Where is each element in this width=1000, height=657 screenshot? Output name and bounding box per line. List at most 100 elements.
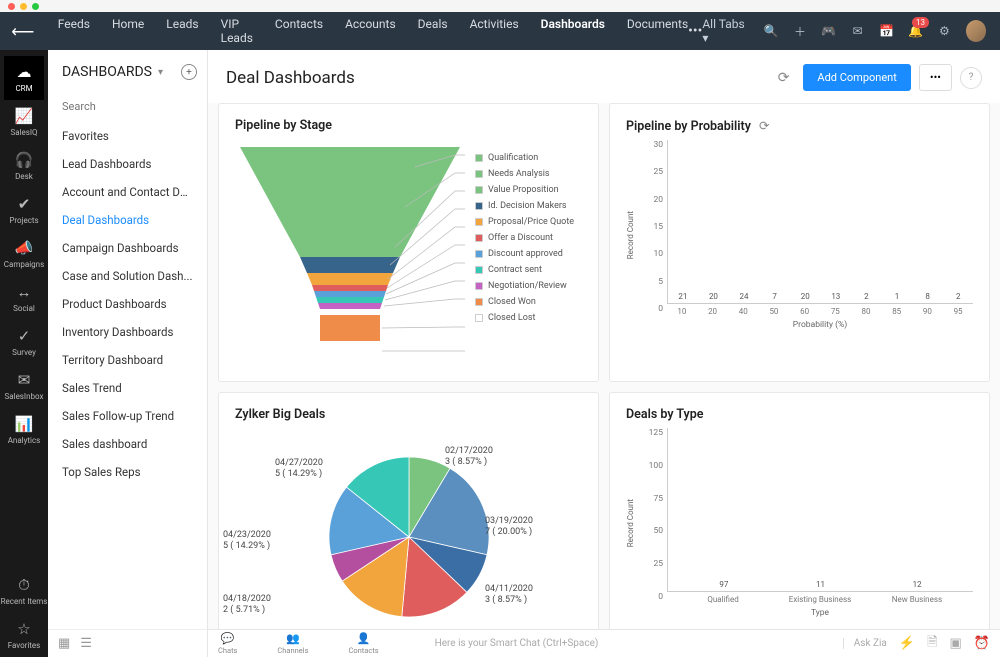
back-button[interactable]: ⟵ — [0, 22, 46, 41]
rail-item-salesiq[interactable]: 📈SalesIQ — [4, 100, 44, 144]
card-zylker-big-deals: Zylker Big Deals 02/17/20203 ( 8.57% )03… — [218, 392, 599, 629]
sidebar-item[interactable]: Deal Dashboards — [48, 206, 207, 234]
rail-item-analytics[interactable]: 📊Analytics — [4, 408, 44, 452]
legend-item: Id. Decision Makers — [475, 201, 582, 211]
nav-item-dashboards[interactable]: Dashboards — [541, 17, 605, 45]
sticky-icon[interactable]: ▣ — [950, 636, 962, 651]
nav-item-contacts[interactable]: Contacts — [275, 17, 323, 45]
sidebar-search-input[interactable] — [62, 100, 193, 113]
card-deals-by-type: Deals by Type Record Count 1251007550250… — [609, 392, 990, 629]
sidebar-item[interactable]: Campaign Dashboards — [48, 234, 207, 262]
salesiq-icon: 📈 — [15, 107, 34, 125]
add-component-button[interactable]: Add Component — [803, 64, 910, 91]
rail-label: Campaigns — [4, 260, 44, 269]
signal-icon[interactable]: ⚡ — [899, 636, 915, 651]
rail-item-projects[interactable]: ✔Projects — [4, 188, 44, 232]
maximize-window-icon[interactable] — [32, 3, 39, 10]
all-tabs-dropdown[interactable]: All Tabs ▾ — [702, 17, 749, 45]
ask-zia-button[interactable]: Ask Zia — [843, 638, 887, 649]
bar: 2 — [947, 292, 969, 303]
nav-item-home[interactable]: Home — [112, 17, 144, 45]
nav-item-feeds[interactable]: Feeds — [58, 17, 90, 45]
pie-slice-label: 04/18/20202 ( 5.71% ) — [223, 594, 303, 617]
bar: 7 — [764, 292, 786, 303]
bar: 2 — [856, 292, 878, 303]
nav-item-deals[interactable]: Deals — [418, 17, 448, 45]
nav-item-vip-leads[interactable]: VIP Leads — [221, 17, 253, 45]
close-window-icon[interactable] — [8, 3, 15, 10]
notification-icon[interactable]: 🔔13 — [908, 23, 923, 39]
settings-icon[interactable]: ⚙ — [937, 23, 952, 39]
rail-item-salesinbox[interactable]: ✉SalesInbox — [4, 364, 44, 408]
rail-item-survey[interactable]: ✓Survey — [4, 320, 44, 364]
legend-item: Offer a Discount — [475, 233, 582, 243]
search-icon[interactable]: 🔍 — [764, 23, 779, 39]
bottom-bar: 💬Chats 👥Channels 👤Contacts Here is your Sm… — [208, 629, 1000, 657]
add-dashboard-button[interactable]: + — [181, 64, 197, 80]
legend-item: Negotiation/Review — [475, 281, 582, 291]
sidebar-item[interactable]: Inventory Dashboards — [48, 318, 207, 346]
add-icon[interactable]: ＋ — [793, 23, 808, 39]
card-refresh-icon[interactable]: ⟳ — [759, 118, 769, 134]
sidebar-item[interactable]: Sales dashboard — [48, 430, 207, 458]
minimize-window-icon[interactable] — [20, 3, 27, 10]
list-view-icon[interactable]: ☰ — [80, 636, 92, 651]
gamepad-icon[interactable]: 🎮 — [821, 23, 836, 39]
sidebar-item[interactable]: Territory Dashboard — [48, 346, 207, 374]
note-icon[interactable]: 🗎 — [927, 633, 937, 655]
sidebar-dropdown-icon[interactable]: ▾ — [158, 67, 163, 78]
dashboard-sidebar: DASHBOARDS ▾ + FavoritesLead DashboardsA… — [48, 50, 208, 657]
calendar-icon[interactable]: 📅 — [879, 23, 894, 39]
nav-more-icon[interactable]: ••• — [688, 23, 702, 39]
pie-slice-label: 04/27/20205 ( 14.29% ) — [275, 458, 355, 481]
sidebar-item[interactable]: Case and Solution Dash... — [48, 262, 207, 290]
bar: 20 — [794, 292, 816, 303]
sidebar-item[interactable]: Top Sales Reps — [48, 458, 207, 486]
bottom-item-contacts[interactable]: 👤Contacts — [348, 632, 378, 655]
sidebar-item[interactable]: Lead Dashboards — [48, 150, 207, 178]
y-axis-label: Record Count — [626, 211, 635, 259]
user-avatar[interactable] — [966, 20, 986, 42]
bar: 21 — [672, 292, 694, 303]
card-title: Deals by Type — [626, 407, 973, 422]
x-axis-label: Type — [667, 608, 973, 618]
rail-item-desk[interactable]: 🎧Desk — [4, 144, 44, 188]
sidebar-item[interactable]: Account and Contact Da... — [48, 178, 207, 206]
pie-slice-label: 02/17/20203 ( 8.57% ) — [445, 446, 525, 469]
smart-chat-hint[interactable]: Here is your Smart Chat (Ctrl+Space) — [403, 638, 819, 649]
sidebar-item[interactable]: Sales Trend — [48, 374, 207, 402]
bar: 24 — [733, 292, 755, 303]
nav-item-accounts[interactable]: Accounts — [345, 17, 396, 45]
clock-icon[interactable]: ⏰ — [974, 636, 990, 651]
bar: 97 — [686, 580, 761, 591]
rail-item-recent-items[interactable]: ⏱Recent Items — [1, 569, 48, 613]
sidebar-item[interactable]: Product Dashboards — [48, 290, 207, 318]
nav-item-leads[interactable]: Leads — [166, 17, 198, 45]
nav-item-documents[interactable]: Documents — [627, 17, 688, 45]
legend-item: Qualification — [475, 153, 582, 163]
desk-icon: 🎧 — [15, 151, 34, 169]
bar: 8 — [917, 292, 939, 303]
bar: 20 — [703, 292, 725, 303]
y-axis-label: Record Count — [626, 499, 635, 547]
sidebar-item[interactable]: Sales Follow-up Trend — [48, 402, 207, 430]
help-button[interactable]: ? — [960, 67, 982, 89]
legend-item: Value Proposition — [475, 185, 582, 195]
rail-item-social[interactable]: ↔Social — [4, 276, 44, 320]
rail-item-campaigns[interactable]: 📣Campaigns — [4, 232, 44, 276]
grid-view-icon[interactable]: ▦ — [58, 636, 70, 651]
rail-item-favorites[interactable]: ☆Favorites — [1, 613, 48, 657]
rail-item-crm[interactable]: ☁CRM — [4, 56, 44, 100]
bottom-item-chats[interactable]: 💬Chats — [218, 632, 237, 655]
sidebar-item[interactable]: Favorites — [48, 122, 207, 150]
rail-label: Recent Items — [1, 597, 48, 606]
page-title: Deal Dashboards — [226, 68, 778, 88]
refresh-icon[interactable]: ⟳ — [778, 70, 790, 86]
mail-icon[interactable]: ✉ — [850, 23, 865, 39]
notification-badge: 13 — [912, 17, 929, 28]
bottom-item-channels[interactable]: 👥Channels — [277, 632, 308, 655]
more-options-button[interactable]: ••• — [919, 64, 952, 91]
legend-item: Needs Analysis — [475, 169, 582, 179]
nav-item-activities[interactable]: Activities — [470, 17, 519, 45]
crm-icon: ☁ — [17, 63, 32, 81]
